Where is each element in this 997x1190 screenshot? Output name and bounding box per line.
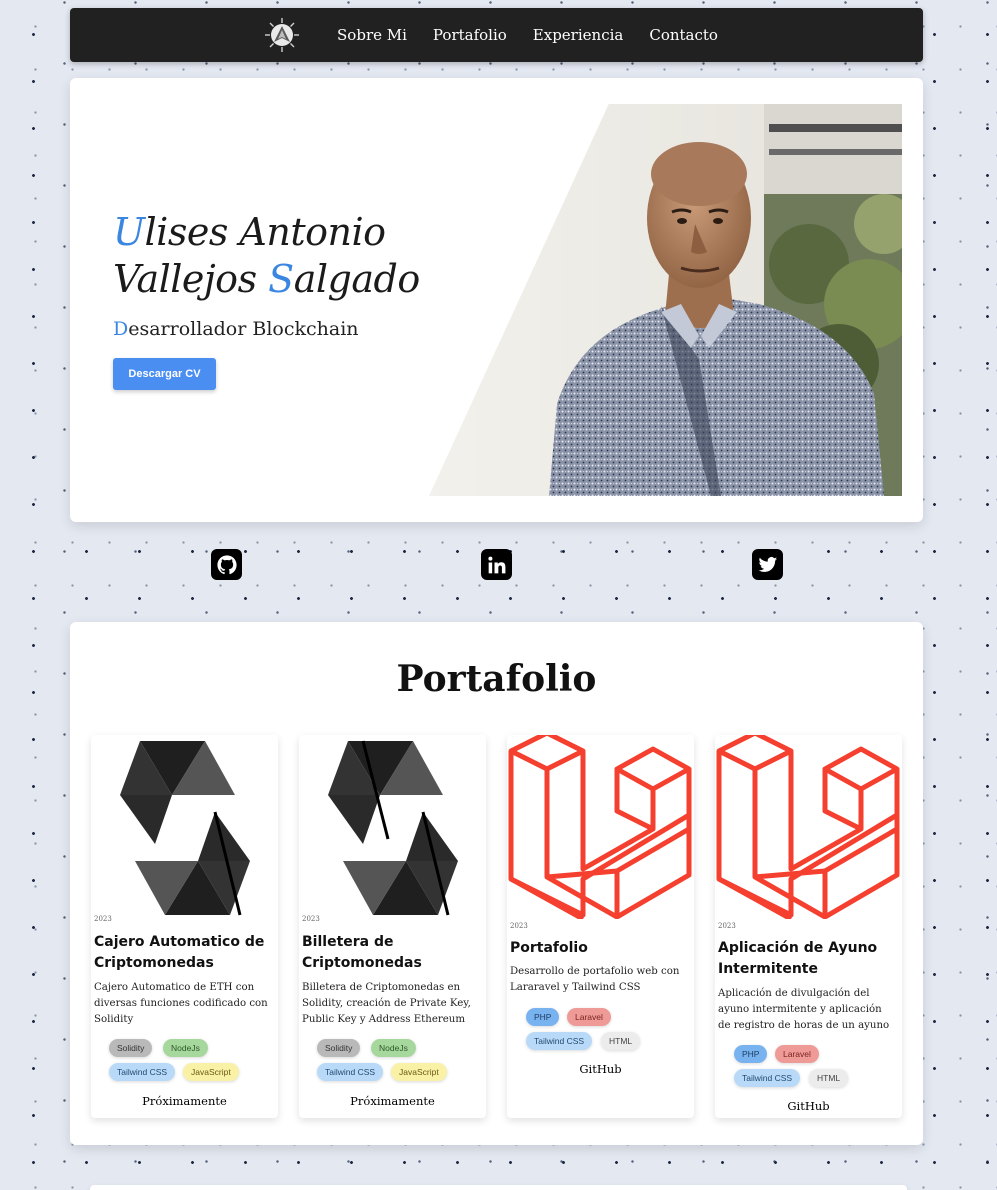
project-title: Billetera de Criptomonedas — [302, 934, 422, 971]
name-line2-end: algado — [293, 257, 421, 301]
download-cv-button[interactable]: Descargar CV — [113, 358, 216, 390]
tag-solidity: Solidity — [317, 1039, 361, 1057]
project-title: Aplicación de Ayuno Intermitente — [718, 940, 878, 977]
github-link[interactable]: GitHub — [715, 1099, 902, 1113]
linkedin-icon[interactable] — [481, 549, 512, 580]
project-title: Cajero Automatico de Criptomonedas — [94, 934, 265, 971]
tag-html: HTML — [601, 1032, 641, 1050]
nav-link-portafolio[interactable]: Portafolio — [433, 26, 507, 44]
project-year: 2023 — [510, 922, 528, 930]
crest-logo-icon[interactable] — [262, 15, 302, 55]
project-description: Desarrollo de portafolio web con Lararav… — [510, 966, 680, 993]
project-year: 2023 — [718, 922, 736, 930]
tag-nodejs: NodeJs — [371, 1039, 416, 1057]
name-initial-u: U — [113, 210, 145, 254]
tag-nodejs: NodeJs — [163, 1039, 208, 1057]
profile-photo — [429, 104, 902, 496]
project-card[interactable]: 2023 Billetera de Criptomonedas Billeter… — [299, 735, 486, 1118]
role-initial: D — [113, 318, 129, 340]
github-link[interactable]: GitHub — [507, 1062, 694, 1076]
next-section-edge — [90, 1185, 907, 1190]
name-initial-s: S — [268, 257, 294, 301]
social-links — [0, 549, 997, 581]
project-description: Aplicación de divulgación del ayuno inte… — [718, 988, 890, 1031]
tag-javascript: JavaScript — [183, 1063, 239, 1081]
project-year: 2023 — [94, 915, 112, 923]
solidity-logo-icon — [299, 735, 486, 920]
tag-tailwind: Tailwind CSS — [526, 1032, 593, 1050]
tag-php: PHP — [734, 1045, 768, 1063]
hero-section: Ulises Antonio Vallejos Salgado Desarrol… — [70, 78, 923, 522]
project-description: Cajero Automatico de ETH con diversas fu… — [94, 982, 268, 1025]
navbar: Sobre Mi Portafolio Experiencia Contacto — [70, 8, 923, 62]
tag-laravel: Laravel — [567, 1008, 611, 1026]
github-icon[interactable] — [211, 549, 242, 580]
nav-link-contacto[interactable]: Contacto — [649, 26, 718, 44]
project-card[interactable]: 2023 Aplicación de Ayuno Intermitente Ap… — [715, 735, 902, 1118]
tag-laravel: Laravel — [775, 1045, 819, 1063]
project-card[interactable]: 2023 Portafolio Desarrollo de portafolio… — [507, 735, 694, 1118]
name-line2-start: Vallejos — [113, 257, 269, 301]
project-link[interactable]: Próximamente — [299, 1094, 486, 1108]
project-link[interactable]: Próximamente — [91, 1094, 278, 1108]
laravel-logo-icon — [715, 735, 902, 920]
nav-link-sobre-mi[interactable]: Sobre Mi — [337, 26, 407, 44]
tag-php: PHP — [526, 1008, 560, 1026]
portfolio-title: Portafolio — [396, 658, 597, 700]
project-title: Portafolio — [510, 940, 588, 956]
tag-tailwind: Tailwind CSS — [109, 1063, 176, 1081]
tag-tailwind: Tailwind CSS — [734, 1069, 801, 1087]
solidity-logo-icon — [91, 735, 278, 920]
portfolio-section: Portafolio 2023 Cajero Automatico de Cri… — [70, 622, 923, 1145]
project-description: Billetera de Criptomonedas en Solidity, … — [302, 982, 471, 1025]
hero-role: Desarrollador Blockchain — [113, 318, 359, 340]
role-text: esarrollador Blockchain — [128, 318, 359, 340]
nav-link-experiencia[interactable]: Experiencia — [533, 26, 624, 44]
hero-name: Ulises Antonio Vallejos Salgado — [113, 209, 473, 303]
twitter-icon[interactable] — [752, 549, 783, 580]
project-year: 2023 — [302, 915, 320, 923]
tag-javascript: JavaScript — [391, 1063, 447, 1081]
tag-solidity: Solidity — [109, 1039, 153, 1057]
project-card[interactable]: 2023 Cajero Automatico de Criptomonedas … — [91, 735, 278, 1118]
tag-html: HTML — [809, 1069, 849, 1087]
laravel-logo-icon — [507, 735, 694, 920]
tag-tailwind: Tailwind CSS — [317, 1063, 384, 1081]
name-line1: lises Antonio — [144, 210, 386, 254]
